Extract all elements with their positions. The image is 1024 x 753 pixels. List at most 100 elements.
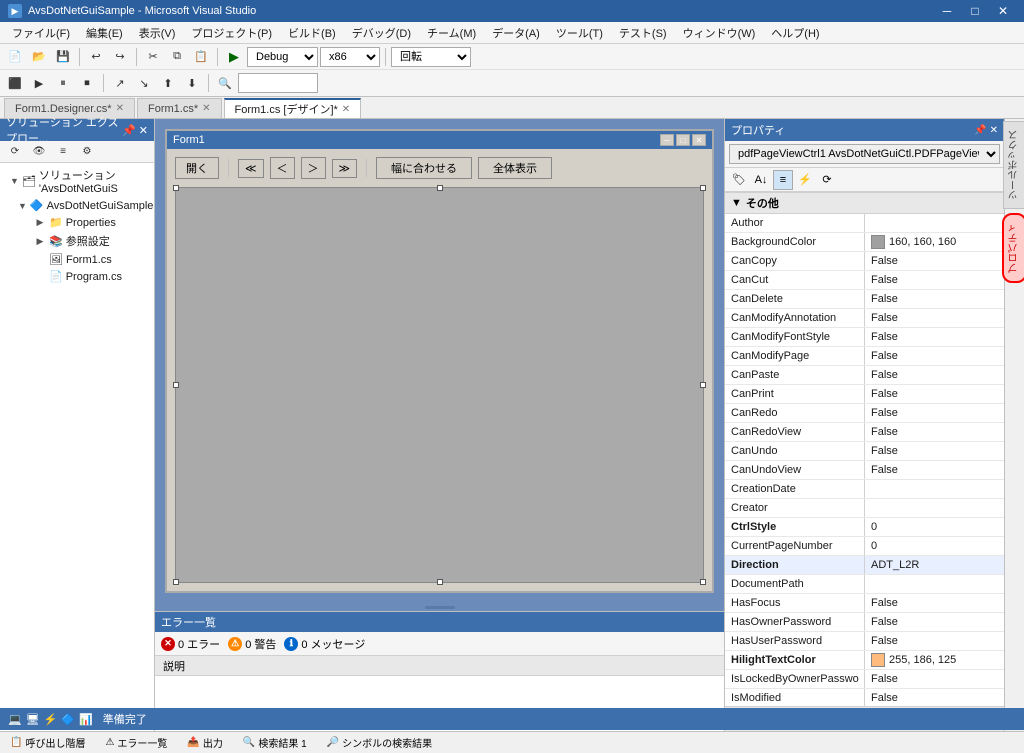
debug-mode-combo[interactable]: Debug Release: [247, 47, 318, 67]
prop-value-candelete[interactable]: False: [865, 290, 1004, 308]
handle-ml[interactable]: [173, 382, 179, 388]
tb-copy-btn[interactable]: ⧉: [166, 46, 188, 68]
tab-designer-cs-close[interactable]: ✕: [116, 103, 124, 114]
first-page-button[interactable]: ≪: [238, 159, 264, 178]
prop-value-canredo[interactable]: False: [865, 404, 1004, 422]
errorlist-tab[interactable]: ⚠ エラー一覧: [99, 733, 173, 752]
sidebar-tab-properties[interactable]: プロパティ: [1002, 213, 1024, 283]
prop-value-hilight[interactable]: 255, 186, 125: [865, 651, 1004, 669]
menu-edit[interactable]: 編集(E): [78, 23, 131, 43]
form-close-btn[interactable]: ✕: [692, 134, 706, 146]
callstack-tab[interactable]: 📋 呼び出し階層: [4, 733, 91, 752]
tb-open-btn[interactable]: 📂: [28, 46, 50, 68]
resize-handle[interactable]: [155, 603, 724, 611]
fit-width-button[interactable]: 幅に合わせる: [376, 157, 472, 179]
props-prop-btn[interactable]: ≡: [773, 170, 793, 190]
tb-save-btn[interactable]: 💾: [52, 46, 74, 68]
menu-build[interactable]: ビルド(B): [280, 23, 344, 43]
run-target-combo[interactable]: 回転: [391, 47, 471, 67]
handle-bl[interactable]: [173, 579, 179, 585]
panel-pin-icon[interactable]: 📌: [122, 124, 136, 137]
tb-r6-btn[interactable]: ↘: [133, 72, 155, 94]
minimize-button[interactable]: ─: [934, 2, 960, 20]
menu-debug[interactable]: デバッグ(D): [344, 23, 419, 43]
tree-solution[interactable]: ▼ 🗂 ソリューション 'AvsDotNetGuiS: [2, 165, 152, 197]
prop-value-hasfocus[interactable]: False: [865, 594, 1004, 612]
props-pin-icon[interactable]: 📌: [974, 125, 986, 136]
info-badge[interactable]: ℹ 0 メッセージ: [284, 636, 365, 652]
last-page-button[interactable]: ≫: [332, 159, 358, 178]
prop-value-islockedowner[interactable]: False: [865, 670, 1004, 688]
tb-paste-btn[interactable]: 📋: [190, 46, 212, 68]
open-button[interactable]: 開く: [175, 157, 219, 179]
menu-tools[interactable]: ツール(T): [548, 23, 611, 43]
props-control-combo[interactable]: pdfPageViewCtrl1 AvsDotNetGuiCtl.PDFPage…: [729, 144, 1000, 164]
form-max-btn[interactable]: □: [676, 134, 690, 146]
tree-project[interactable]: ▼ 🔷 AvsDotNetGuiSample: [2, 197, 152, 214]
tb-r7-btn[interactable]: ⬆: [157, 72, 179, 94]
show-all-button[interactable]: 全体表示: [478, 157, 552, 179]
tb-r1-btn[interactable]: ⬛: [4, 72, 26, 94]
props-cat-btn[interactable]: 🏷: [729, 170, 749, 190]
props-event-btn[interactable]: ⚡: [795, 170, 815, 190]
prop-value-creator[interactable]: [865, 499, 1004, 517]
prop-value-hasownerpasswd[interactable]: False: [865, 613, 1004, 631]
prop-value-author[interactable]: [865, 214, 1004, 232]
close-button[interactable]: ✕: [990, 2, 1016, 20]
menu-file[interactable]: ファイル(F): [4, 23, 78, 43]
prop-value-cancut[interactable]: False: [865, 271, 1004, 289]
warn-badge[interactable]: ⚠ 0 警告: [228, 636, 276, 652]
error-badge[interactable]: ✕ 0 エラー: [161, 636, 220, 652]
prop-value-creationdate[interactable]: [865, 480, 1004, 498]
tree-references[interactable]: ▶ 📚 参照設定: [2, 231, 152, 251]
sidebar-tab-toolbox[interactable]: ツールボックス: [1003, 121, 1024, 209]
output-tab[interactable]: 📤 出力: [181, 733, 228, 752]
prop-value-canpaste[interactable]: False: [865, 366, 1004, 384]
tb-r2-btn[interactable]: ▶: [28, 72, 50, 94]
maximize-button[interactable]: □: [962, 2, 988, 20]
tb-new-btn[interactable]: 📄: [4, 46, 26, 68]
next-page-button[interactable]: ＞: [301, 157, 326, 179]
tb-r4-btn[interactable]: ⏹: [76, 72, 98, 94]
prop-value-bgcolor[interactable]: 160, 160, 160: [865, 233, 1004, 251]
props-close-icon[interactable]: ✕: [990, 125, 998, 136]
menu-project[interactable]: プロジェクト(P): [183, 23, 280, 43]
tb-undo-btn[interactable]: ↩: [85, 46, 107, 68]
prop-value-ctrlstyle[interactable]: 0: [865, 518, 1004, 536]
tree-properties[interactable]: ▶ 📁 Properties: [2, 214, 152, 231]
prop-value-cancopy[interactable]: False: [865, 252, 1004, 270]
menu-data[interactable]: データ(A): [484, 23, 548, 43]
prop-value-canmodifypage[interactable]: False: [865, 347, 1004, 365]
menu-test[interactable]: テスト(S): [611, 23, 675, 43]
handle-mr[interactable]: [700, 382, 706, 388]
tree-program[interactable]: 📄 Program.cs: [2, 268, 152, 285]
tb-r5-btn[interactable]: ↗: [109, 72, 131, 94]
panel-close-icon[interactable]: ✕: [139, 124, 148, 137]
sol-sync-btn[interactable]: ⟳: [4, 141, 26, 163]
menu-help[interactable]: ヘルプ(H): [763, 23, 827, 43]
prop-value-canmodifyfont[interactable]: False: [865, 328, 1004, 346]
prop-value-canprint[interactable]: False: [865, 385, 1004, 403]
prop-value-currentpage[interactable]: 0: [865, 537, 1004, 555]
search-input[interactable]: [238, 73, 318, 93]
handle-tl[interactable]: [173, 185, 179, 191]
sol-show-btn[interactable]: 👁: [28, 141, 50, 163]
handle-tc[interactable]: [437, 185, 443, 191]
symbolsearch-tab[interactable]: 🔎 シンボルの検索結果: [321, 733, 438, 752]
handle-br[interactable]: [700, 579, 706, 585]
tree-form1[interactable]: 🖼 Form1.cs: [2, 251, 152, 268]
sol-prop-btn[interactable]: ⚙: [76, 141, 98, 163]
prop-value-canundoview[interactable]: False: [865, 461, 1004, 479]
prop-value-direction[interactable]: ADT_L2R: [865, 556, 1004, 574]
prop-value-ismodified[interactable]: False: [865, 689, 1004, 706]
prop-value-hasuserpasswd[interactable]: False: [865, 632, 1004, 650]
tb-r3-btn[interactable]: ⏸: [52, 72, 74, 94]
handle-tr[interactable]: [700, 185, 706, 191]
tb-r8-btn[interactable]: ⬇: [181, 72, 203, 94]
tb-cut-btn[interactable]: ✂: [142, 46, 164, 68]
tab-form1-cs-close[interactable]: ✕: [202, 103, 210, 114]
menu-view[interactable]: 表示(V): [131, 23, 184, 43]
handle-bc[interactable]: [437, 579, 443, 585]
platform-combo[interactable]: x86 x64: [320, 47, 380, 67]
prop-value-canredoview[interactable]: False: [865, 423, 1004, 441]
